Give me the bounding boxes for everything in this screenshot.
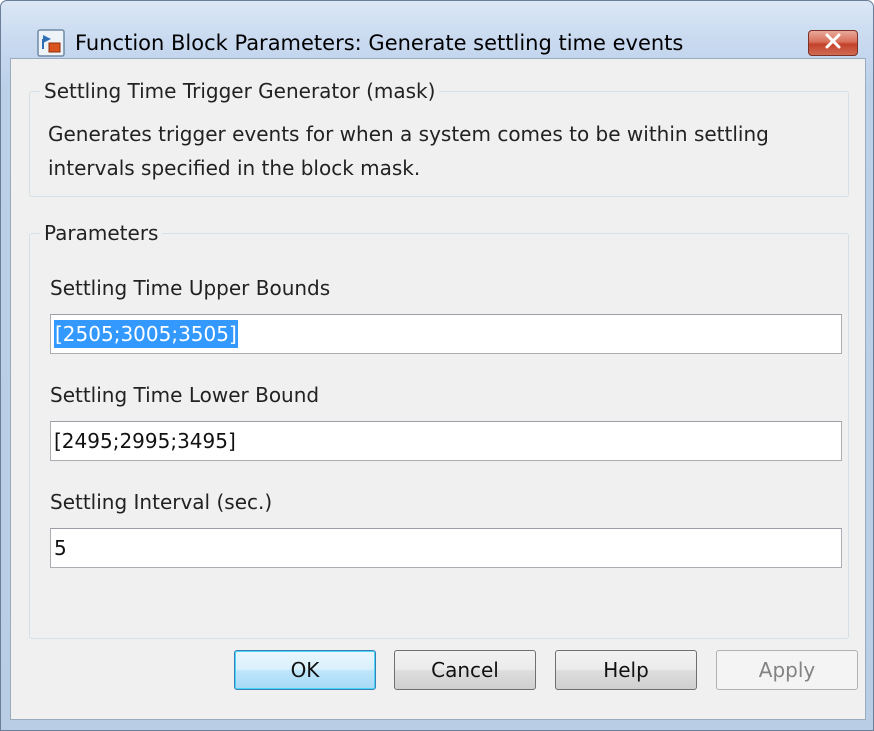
mask-description: Generates trigger events for when a syst… — [48, 122, 769, 180]
parameters-group-title: Parameters — [40, 220, 163, 246]
lower-bound-label: Settling Time Lower Bound — [50, 383, 320, 407]
lower-bound-value: [2495;2995;3495] — [54, 429, 236, 453]
upper-bounds-input[interactable]: [2505;3005;3505] — [50, 314, 842, 354]
interval-input[interactable]: 5 — [50, 528, 842, 568]
apply-button[interactable]: Apply — [716, 650, 858, 690]
dialog-client-area: Settling Time Trigger Generator (mask) G… — [10, 58, 866, 720]
upper-bounds-value: [2505;3005;3505] — [54, 320, 238, 348]
cancel-button[interactable]: Cancel — [394, 650, 536, 690]
lower-bound-input[interactable]: [2495;2995;3495] — [50, 421, 842, 461]
mask-group-title: Settling Time Trigger Generator (mask) — [40, 78, 440, 104]
interval-label: Settling Interval (sec.) — [50, 490, 273, 514]
close-icon — [824, 33, 842, 53]
window-title: Function Block Parameters: Generate sett… — [75, 31, 684, 55]
help-button[interactable]: Help — [555, 650, 697, 690]
ok-button[interactable]: OK — [234, 650, 376, 690]
upper-bounds-label: Settling Time Upper Bounds — [50, 276, 331, 300]
simulink-block-icon — [37, 29, 65, 57]
interval-value: 5 — [54, 536, 67, 560]
dialog-window: Function Block Parameters: Generate sett… — [0, 0, 874, 731]
close-button[interactable] — [808, 30, 858, 56]
